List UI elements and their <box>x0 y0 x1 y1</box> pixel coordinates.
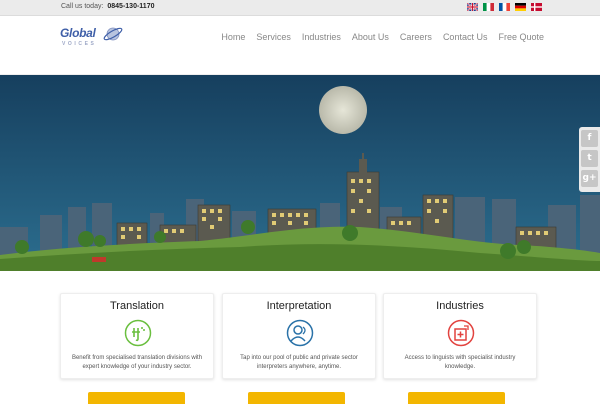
service-cards: Translation Benefit from specialised tra… <box>60 293 540 379</box>
nav-about-us[interactable]: About Us <box>352 32 389 42</box>
card-translation[interactable]: Translation Benefit from specialised tra… <box>60 293 214 379</box>
industries-more-button[interactable] <box>408 392 505 404</box>
moon-icon <box>319 86 367 134</box>
nav-free-quote[interactable]: Free Quote <box>498 32 544 42</box>
card-industries[interactable]: Industries Access to linguists with spec… <box>383 293 537 379</box>
nav-industries[interactable]: Industries <box>302 32 341 42</box>
uk-flag-icon[interactable] <box>467 3 478 11</box>
phone-number[interactable]: 0845-130-1170 <box>107 3 154 10</box>
translation-more-button[interactable] <box>88 392 185 404</box>
interpretation-more-button[interactable] <box>248 392 345 404</box>
translation-icon <box>124 319 152 347</box>
social-sidebar: f t g+ <box>579 127 600 192</box>
card-title: Translation <box>109 300 164 312</box>
card-text: Benefit from specialised translation div… <box>71 355 203 370</box>
logo-subtext: VOICES <box>62 41 97 47</box>
card-title: Industries <box>436 300 484 312</box>
industries-icon <box>447 319 475 347</box>
denmark-flag-icon[interactable] <box>531 3 542 11</box>
card-text: Access to linguists with specialist indu… <box>404 355 516 370</box>
top-bar: Call us today: 0845-130-1170 <box>0 0 600 16</box>
card-interpretation[interactable]: Interpretation Tap into our pool of publ… <box>222 293 376 379</box>
nav-careers[interactable]: Careers <box>400 32 432 42</box>
site-header: Global VOICES Home Services Industries A… <box>0 16 600 75</box>
interpretation-icon <box>286 319 314 347</box>
google-plus-icon[interactable]: g+ <box>581 170 598 187</box>
twitter-icon[interactable]: t <box>581 150 598 167</box>
nav-services[interactable]: Services <box>256 32 291 42</box>
global-voices-logo[interactable]: Global VOICES <box>60 24 130 54</box>
call-us-text: Call us today: 0845-130-1170 <box>61 3 154 10</box>
card-title: Interpretation <box>266 300 332 312</box>
france-flag-icon[interactable] <box>499 3 510 11</box>
facebook-icon[interactable]: f <box>581 130 598 147</box>
nav-contact-us[interactable]: Contact Us <box>443 32 488 42</box>
logo-wordmark: Global <box>60 26 96 40</box>
germany-flag-icon[interactable] <box>515 3 526 11</box>
hero-banner <box>0 75 600 271</box>
globe-swoosh-icon <box>103 27 123 41</box>
card-text: Tap into our pool of public and private … <box>240 355 358 370</box>
language-flags <box>467 3 542 11</box>
nav-home[interactable]: Home <box>221 32 245 42</box>
call-us-label: Call us today: <box>61 3 104 10</box>
italy-flag-icon[interactable] <box>483 3 494 11</box>
main-nav: Home Services Industries About Us Career… <box>221 32 544 42</box>
city-night-illustration <box>0 75 600 271</box>
